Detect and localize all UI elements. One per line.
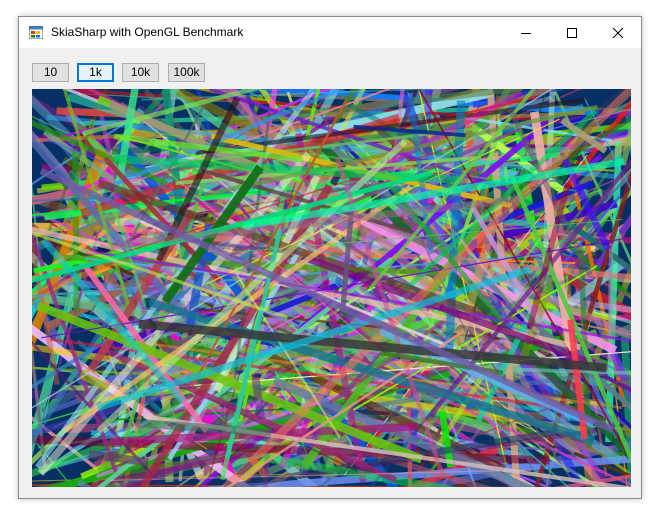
button-1k[interactable]: 1k (77, 63, 114, 82)
maximize-button[interactable] (549, 17, 595, 48)
app-window: SkiaSharp with OpenGL Benchmark 10 1k 10… (18, 16, 642, 499)
benchmark-line (72, 148, 80, 314)
app-icon (29, 26, 43, 39)
minimize-icon (521, 33, 531, 34)
button-100k[interactable]: 100k (168, 63, 205, 82)
random-lines-render (32, 89, 631, 487)
maximize-icon (567, 28, 577, 38)
close-icon (612, 27, 624, 39)
benchmark-line (620, 334, 631, 487)
minimize-button[interactable] (503, 17, 549, 48)
opengl-canvas[interactable] (32, 89, 631, 487)
close-button[interactable] (595, 17, 641, 48)
window-title: SkiaSharp with OpenGL Benchmark (51, 25, 244, 39)
title-bar[interactable]: SkiaSharp with OpenGL Benchmark (19, 17, 641, 48)
button-10[interactable]: 10 (32, 63, 69, 82)
button-10k[interactable]: 10k (122, 63, 159, 82)
